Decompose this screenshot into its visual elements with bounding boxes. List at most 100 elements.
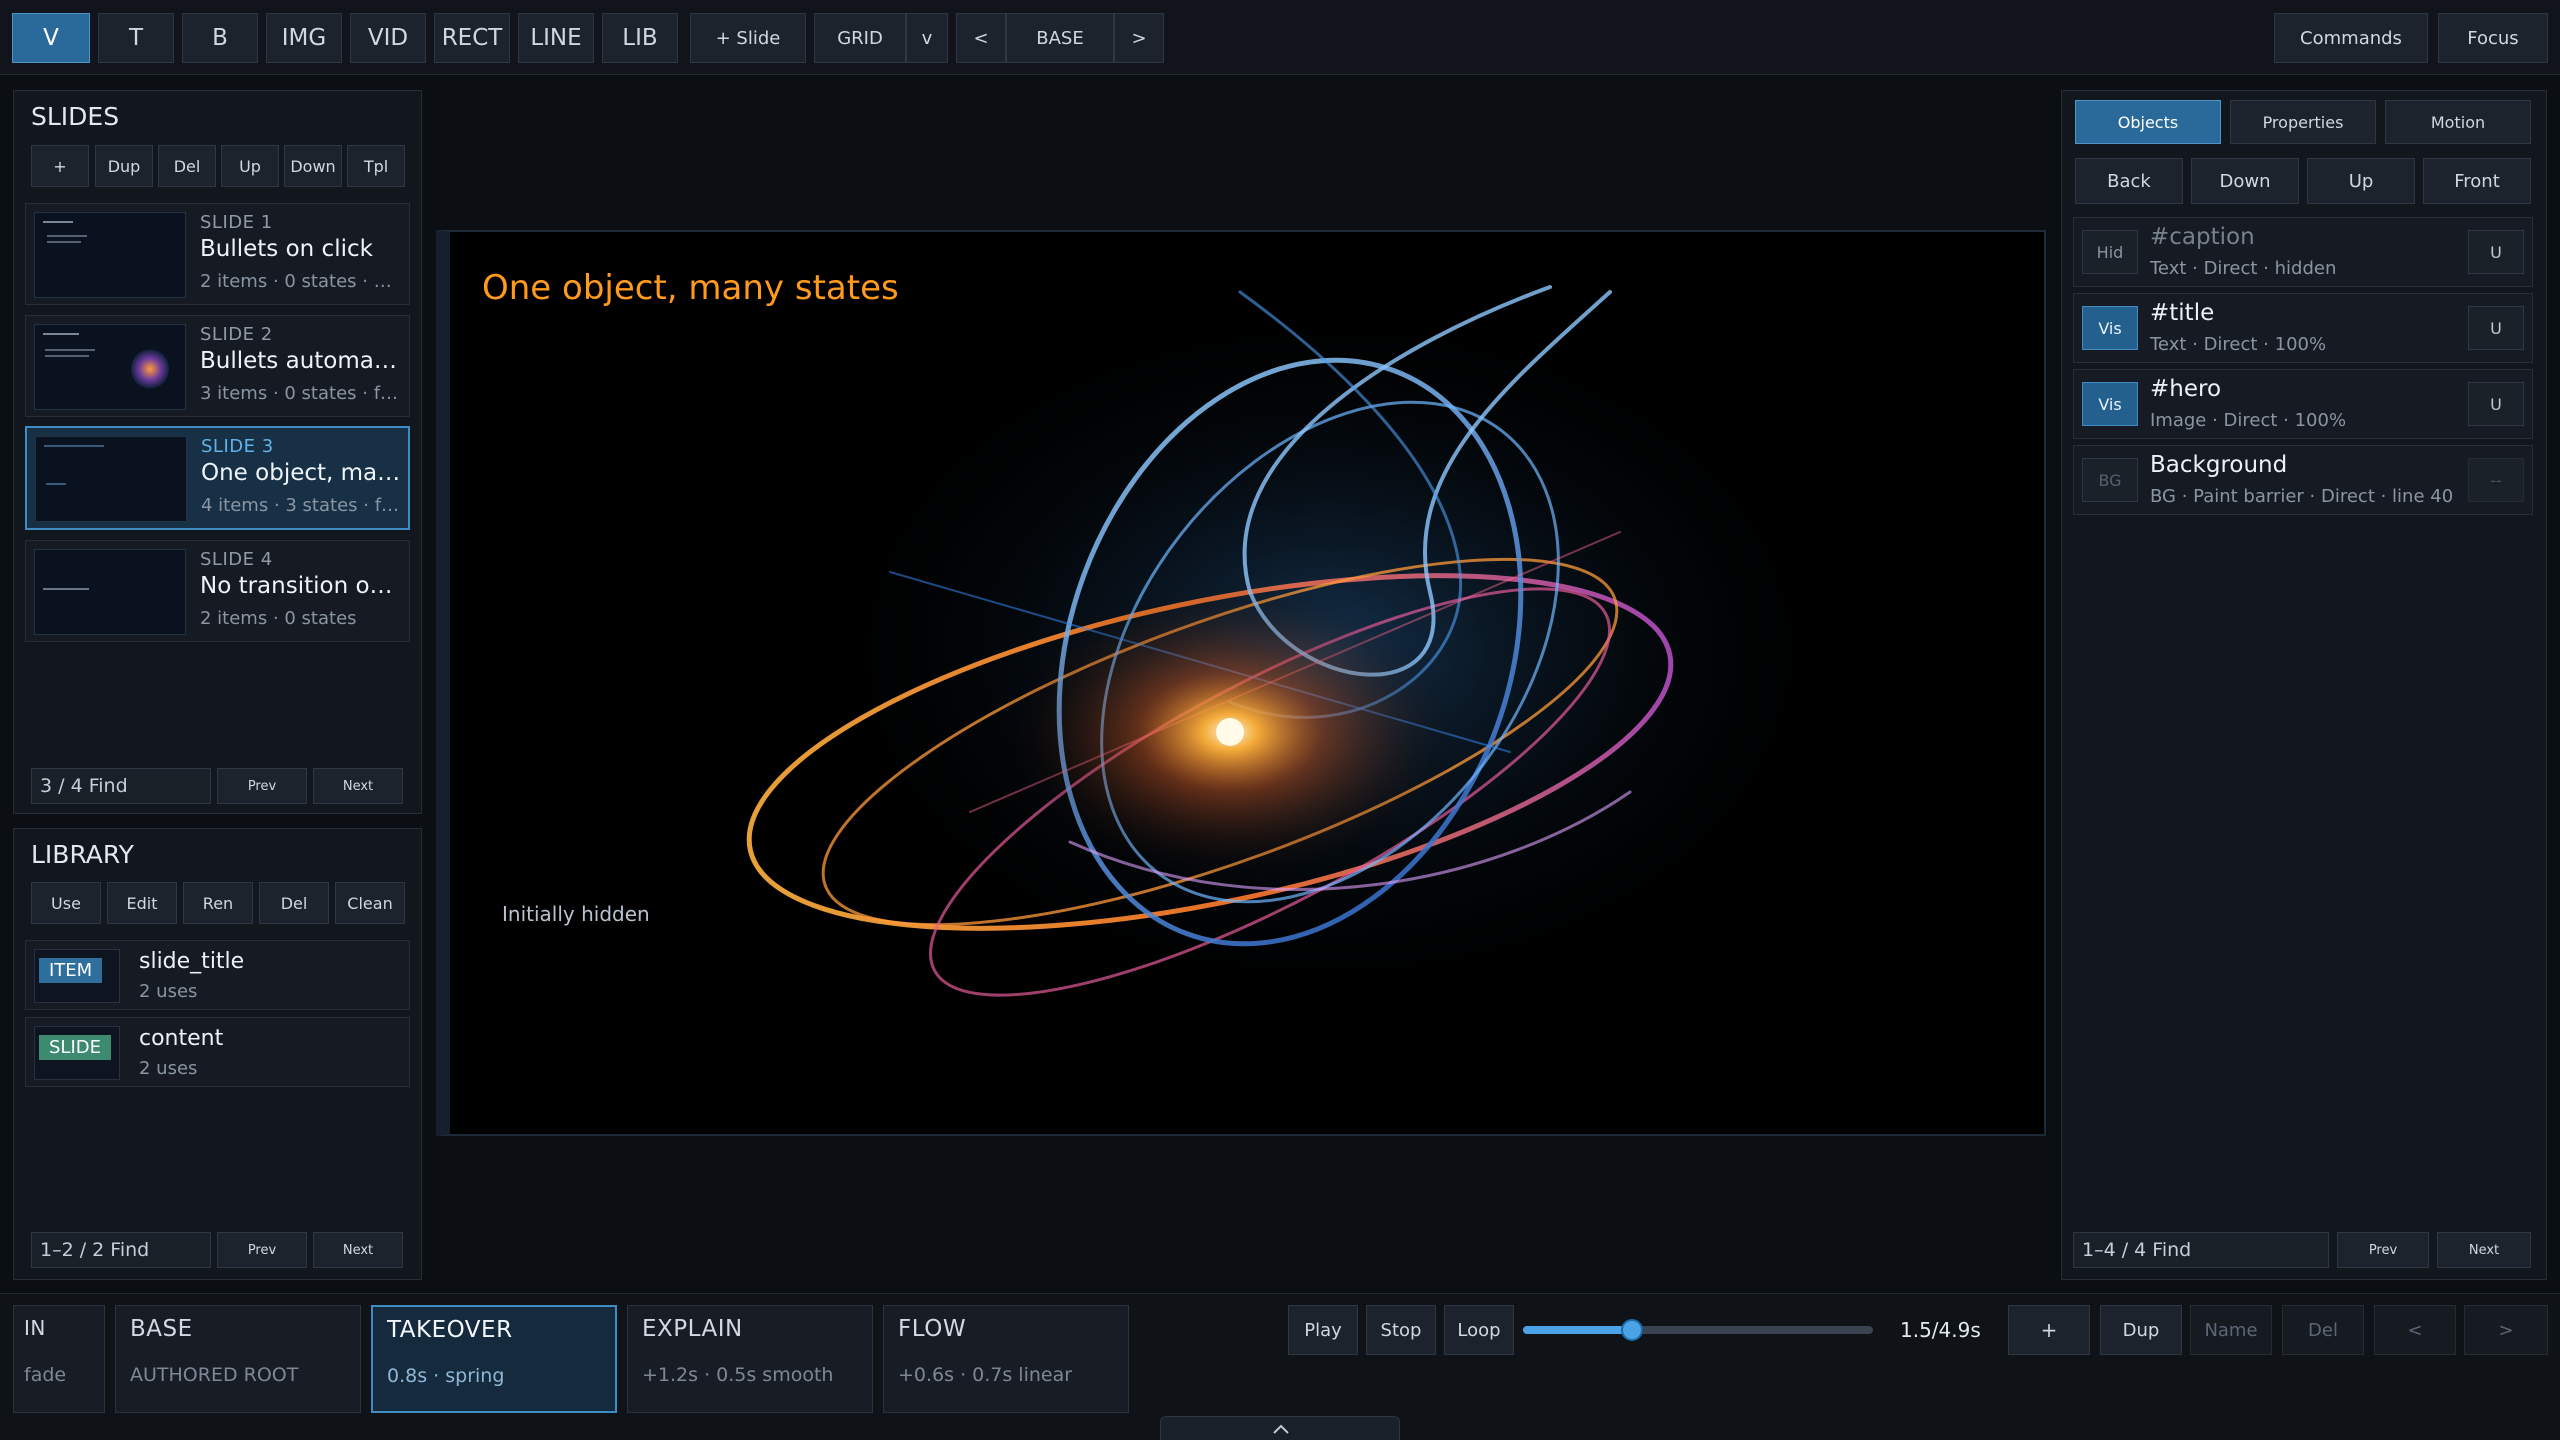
object-meta: BG · Paint barrier · Direct · line 40 <box>2150 486 2454 507</box>
collapse-timeline-button[interactable] <box>1160 1416 1400 1440</box>
library-thumbnail: SLIDE <box>34 1026 120 1080</box>
stop-button[interactable]: Stop <box>1366 1305 1436 1355</box>
library-find-input[interactable]: 1–2 / 2 Find <box>31 1232 211 1268</box>
tool-video[interactable]: VID <box>350 13 426 63</box>
tool-image[interactable]: IMG <box>266 13 342 63</box>
loop-button[interactable]: Loop <box>1444 1305 1514 1355</box>
library-rename-button[interactable]: Ren <box>183 882 253 924</box>
hero-image[interactable] <box>450 232 2044 1134</box>
dup-state-button[interactable]: Dup <box>2100 1305 2182 1355</box>
slide-canvas[interactable]: One object, many states Initially hidden <box>436 230 2046 1136</box>
library-item-uses: 2 uses <box>139 1058 198 1079</box>
slides-find-input[interactable]: 3 / 4 Find <box>31 768 211 804</box>
slide-thumbnail <box>34 549 186 635</box>
state-name: TAKEOVER <box>387 1317 513 1343</box>
del-state-button[interactable]: Del <box>2282 1305 2364 1355</box>
state-takeover[interactable]: TAKEOVER 0.8s · spring <box>371 1305 617 1413</box>
library-item-name: content <box>139 1026 224 1051</box>
tab-properties[interactable]: Properties <box>2230 100 2376 144</box>
chevron-up-icon <box>1273 1424 1289 1434</box>
state-flow[interactable]: FLOW +0.6s · 0.7s linear <box>883 1305 1129 1413</box>
tool-select[interactable]: V <box>12 13 90 63</box>
next-state-nav-button[interactable]: > <box>2464 1305 2548 1355</box>
top-toolbar: V T B IMG VID RECT LINE LIB + Slide GRID… <box>0 0 2560 75</box>
tool-rect[interactable]: RECT <box>434 13 510 63</box>
object-u-button[interactable]: -- <box>2468 458 2524 502</box>
library-item-2[interactable]: SLIDE content 2 uses <box>25 1017 410 1087</box>
object-row-background[interactable]: BG Background BG · Paint barrier · Direc… <box>2073 445 2533 515</box>
library-item-uses: 2 uses <box>139 981 198 1002</box>
tool-bullets[interactable]: B <box>182 13 258 63</box>
next-state-button[interactable]: > <box>1114 13 1164 63</box>
slide-title-text[interactable]: One object, many states <box>482 268 899 308</box>
objects-prev-button[interactable]: Prev <box>2337 1232 2429 1268</box>
slides-prev-button[interactable]: Prev <box>217 768 307 804</box>
visibility-toggle[interactable]: BG <box>2082 458 2138 502</box>
object-u-button[interactable]: U <box>2468 230 2524 274</box>
order-up-button[interactable]: Up <box>2307 158 2415 204</box>
state-in[interactable]: IN fade <box>13 1305 105 1413</box>
slide-thumbnail <box>34 324 186 410</box>
prev-state-button[interactable]: < <box>956 13 1006 63</box>
scrub-slider-handle[interactable] <box>1620 1319 1643 1341</box>
grid-dropdown-button[interactable]: v <box>906 13 948 63</box>
play-button[interactable]: Play <box>1288 1305 1358 1355</box>
grid-button[interactable]: GRID <box>814 13 906 63</box>
library-item-1[interactable]: ITEM slide_title 2 uses <box>25 940 410 1010</box>
library-thumbnail: ITEM <box>34 949 120 1003</box>
object-u-button[interactable]: U <box>2468 306 2524 350</box>
state-base[interactable]: BASE AUTHORED ROOT <box>115 1305 361 1413</box>
library-next-button[interactable]: Next <box>313 1232 403 1268</box>
slide-card-3[interactable]: SLIDE 3 One object, man... 4 items · 3 s… <box>25 426 410 530</box>
slides-next-button[interactable]: Next <box>313 768 403 804</box>
object-row-title[interactable]: Vis #title Text · Direct · 100% U <box>2073 293 2533 363</box>
library-clean-button[interactable]: Clean <box>335 882 405 924</box>
object-row-hero[interactable]: Vis #hero Image · Direct · 100% U <box>2073 369 2533 439</box>
slide-template-button[interactable]: Tpl <box>347 145 405 187</box>
library-heading: LIBRARY <box>31 840 134 869</box>
slide-dup-button[interactable]: Dup <box>95 145 153 187</box>
order-front-button[interactable]: Front <box>2423 158 2531 204</box>
tool-library[interactable]: LIB <box>602 13 678 63</box>
visibility-toggle[interactable]: Hid <box>2082 230 2138 274</box>
slide-down-button[interactable]: Down <box>284 145 342 187</box>
state-name: BASE <box>130 1316 193 1342</box>
library-use-button[interactable]: Use <box>31 882 101 924</box>
add-slide-button[interactable]: + Slide <box>690 13 806 63</box>
current-state-label[interactable]: BASE <box>1006 13 1114 63</box>
visibility-toggle[interactable]: Vis <box>2082 306 2138 350</box>
caption-text[interactable]: Initially hidden <box>502 902 650 926</box>
slide-card-4[interactable]: SLIDE 4 No transition on ... 2 items · 0… <box>25 540 410 642</box>
library-delete-button[interactable]: Del <box>259 882 329 924</box>
state-explain[interactable]: EXPLAIN +1.2s · 0.5s smooth <box>627 1305 873 1413</box>
state-meta: 0.8s · spring <box>387 1365 505 1387</box>
scrub-slider-track[interactable] <box>1523 1319 1873 1341</box>
slide-add-button[interactable]: + <box>31 145 89 187</box>
commands-button[interactable]: Commands <box>2274 13 2428 63</box>
order-back-button[interactable]: Back <box>2075 158 2183 204</box>
tab-motion[interactable]: Motion <box>2385 100 2531 144</box>
order-down-button[interactable]: Down <box>2191 158 2299 204</box>
add-state-button[interactable]: + <box>2008 1305 2090 1355</box>
name-state-button[interactable]: Name <box>2190 1305 2272 1355</box>
prev-state-nav-button[interactable]: < <box>2374 1305 2456 1355</box>
focus-button[interactable]: Focus <box>2438 13 2548 63</box>
slide-title: Bullets automatic... <box>200 348 400 374</box>
slide-up-button[interactable]: Up <box>221 145 279 187</box>
tool-text[interactable]: T <box>98 13 174 63</box>
object-meta: Image · Direct · 100% <box>2150 410 2347 431</box>
objects-find-input[interactable]: 1–4 / 4 Find <box>2073 1232 2329 1268</box>
slide-meta: 2 items · 0 states · sli... <box>200 271 400 292</box>
library-prev-button[interactable]: Prev <box>217 1232 307 1268</box>
tab-objects[interactable]: Objects <box>2075 100 2221 144</box>
objects-next-button[interactable]: Next <box>2437 1232 2531 1268</box>
object-row-caption[interactable]: Hid #caption Text · Direct · hidden U <box>2073 217 2533 287</box>
object-u-button[interactable]: U <box>2468 382 2524 426</box>
visibility-toggle[interactable]: Vis <box>2082 382 2138 426</box>
slide-del-button[interactable]: Del <box>158 145 216 187</box>
slide-card-2[interactable]: SLIDE 2 Bullets automatic... 3 items · 0… <box>25 315 410 417</box>
tool-line[interactable]: LINE <box>518 13 594 63</box>
library-edit-button[interactable]: Edit <box>107 882 177 924</box>
slide-card-1[interactable]: SLIDE 1 Bullets on click 2 items · 0 sta… <box>25 203 410 305</box>
library-item-name: slide_title <box>139 949 245 974</box>
